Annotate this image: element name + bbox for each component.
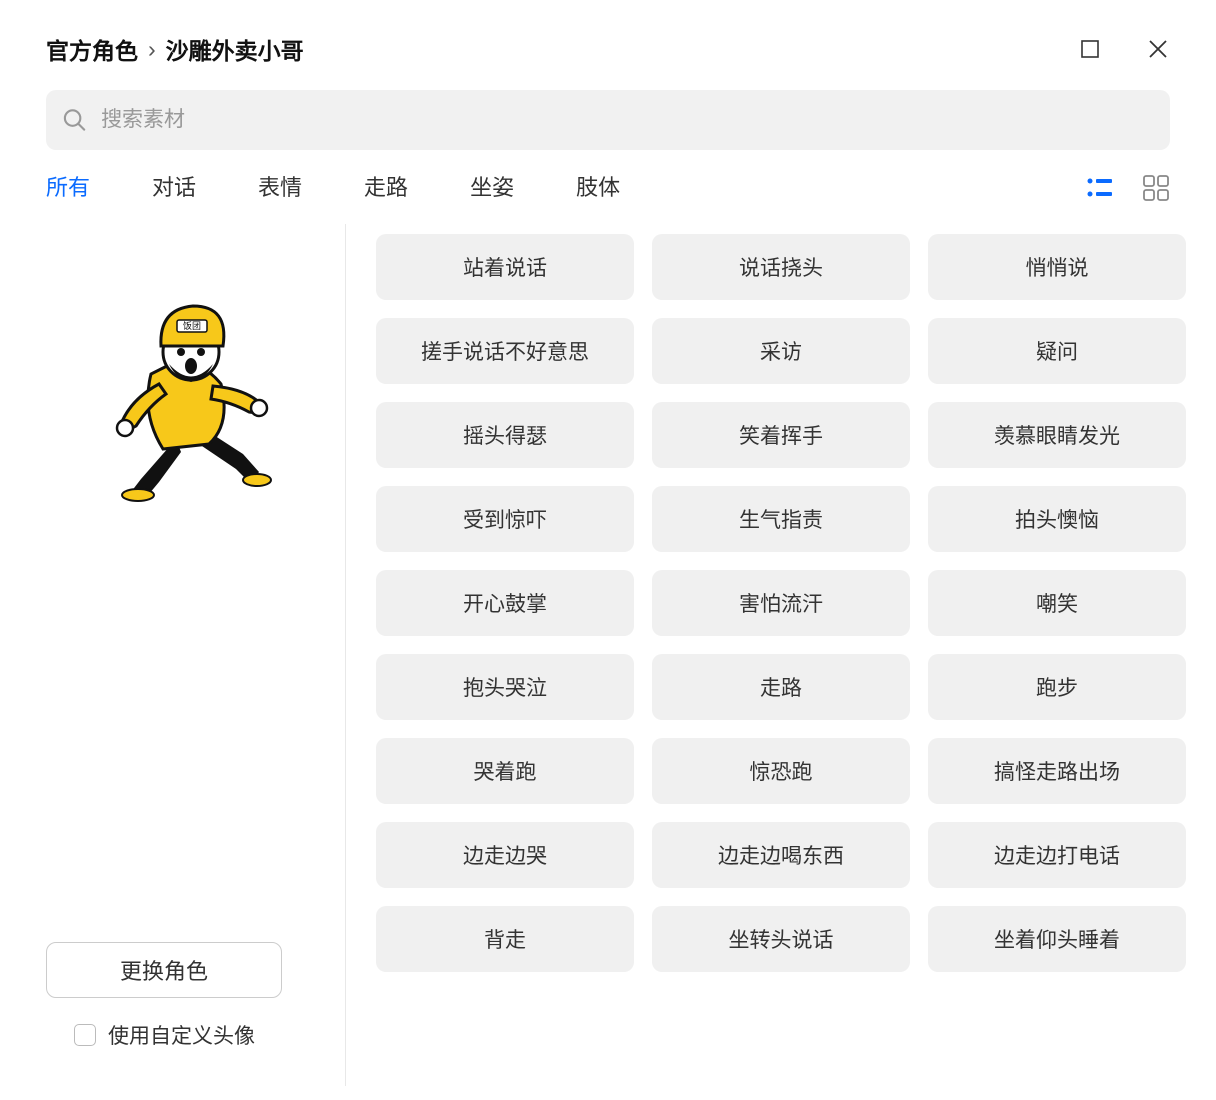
tab-0[interactable]: 所有 <box>46 170 90 206</box>
pose-grid-area[interactable]: 站着说话说话挠头悄悄说搓手说话不好意思采访疑问摇头得瑟笑着挥手羡慕眼睛发光受到惊… <box>346 224 1216 1086</box>
pose-item[interactable]: 搓手说话不好意思 <box>376 318 634 384</box>
breadcrumb-current: 沙雕外卖小哥 <box>166 32 304 66</box>
list-view-button[interactable] <box>1086 174 1114 202</box>
pose-item[interactable]: 抱头哭泣 <box>376 654 634 720</box>
pose-item[interactable]: 搞怪走路出场 <box>928 738 1186 804</box>
tab-3[interactable]: 走路 <box>364 170 408 206</box>
sidebar: 饭团 更换角色 使用自定义头像 <box>46 224 346 1086</box>
close-icon <box>1147 38 1169 60</box>
delivery-character-icon: 饭团 <box>81 294 291 524</box>
search-input[interactable] <box>101 108 1154 132</box>
view-toggles <box>1086 174 1170 202</box>
tabs: 所有 对话 表情 走路 坐姿 肢体 <box>46 170 620 206</box>
pose-item[interactable]: 边走边打电话 <box>928 822 1186 888</box>
pose-item[interactable]: 背走 <box>376 906 634 972</box>
pose-item[interactable]: 嘲笑 <box>928 570 1186 636</box>
list-icon <box>1086 176 1114 200</box>
custom-avatar-checkbox[interactable] <box>74 1024 96 1046</box>
search-icon <box>62 107 87 133</box>
pose-item[interactable]: 坐转头说话 <box>652 906 910 972</box>
pose-item[interactable]: 羡慕眼睛发光 <box>928 402 1186 468</box>
tab-5[interactable]: 肢体 <box>576 170 620 206</box>
grid-view-button[interactable] <box>1142 174 1170 202</box>
close-button[interactable] <box>1146 37 1170 61</box>
pose-item[interactable]: 摇头得瑟 <box>376 402 634 468</box>
breadcrumb-root[interactable]: 官方角色 <box>46 32 138 66</box>
pose-item[interactable]: 边走边哭 <box>376 822 634 888</box>
pose-item[interactable]: 拍头懊恼 <box>928 486 1186 552</box>
content-area: 饭团 更换角色 使用自定义头像 站着说话说话挠头悄悄说搓手说话不好意思采访疑问摇 <box>0 224 1216 1086</box>
pose-item[interactable]: 说话挠头 <box>652 234 910 300</box>
tab-2[interactable]: 表情 <box>258 170 302 206</box>
pose-grid: 站着说话说话挠头悄悄说搓手说话不好意思采访疑问摇头得瑟笑着挥手羡慕眼睛发光受到惊… <box>376 234 1186 972</box>
pose-item[interactable]: 采访 <box>652 318 910 384</box>
breadcrumb: 官方角色 › 沙雕外卖小哥 <box>46 32 304 66</box>
tab-1[interactable]: 对话 <box>152 170 196 206</box>
custom-avatar-label: 使用自定义头像 <box>108 1020 255 1050</box>
pose-item[interactable]: 生气指责 <box>652 486 910 552</box>
breadcrumb-separator: › <box>148 36 156 63</box>
helmet-label: 饭团 <box>182 320 200 331</box>
window-root: 官方角色 › 沙雕外卖小哥 所有对话表情走路坐姿肢体 <box>0 0 1216 1100</box>
pose-item[interactable]: 受到惊吓 <box>376 486 634 552</box>
pose-item[interactable]: 悄悄说 <box>928 234 1186 300</box>
maximize-button[interactable] <box>1078 37 1102 61</box>
grid-icon <box>1143 175 1169 201</box>
character-preview: 饭团 <box>46 294 325 524</box>
pose-item[interactable]: 走路 <box>652 654 910 720</box>
sidebar-actions: 更换角色 使用自定义头像 <box>46 942 325 1050</box>
switch-character-button[interactable]: 更换角色 <box>46 942 282 998</box>
tab-bar: 所有 对话 表情 走路 坐姿 肢体 <box>0 170 1216 224</box>
square-icon <box>1080 39 1100 59</box>
pose-item[interactable]: 站着说话 <box>376 234 634 300</box>
pose-item[interactable]: 笑着挥手 <box>652 402 910 468</box>
pose-item[interactable]: 害怕流汗 <box>652 570 910 636</box>
pose-item[interactable]: 惊恐跑 <box>652 738 910 804</box>
tab-4[interactable]: 坐姿 <box>470 170 514 206</box>
pose-item[interactable]: 疑问 <box>928 318 1186 384</box>
pose-item[interactable]: 开心鼓掌 <box>376 570 634 636</box>
window-controls <box>1078 37 1170 61</box>
search-bar[interactable] <box>46 90 1170 150</box>
titlebar: 官方角色 › 沙雕外卖小哥 <box>0 0 1216 90</box>
pose-item[interactable]: 边走边喝东西 <box>652 822 910 888</box>
custom-avatar-row: 使用自定义头像 <box>74 1020 325 1050</box>
pose-item[interactable]: 坐着仰头睡着 <box>928 906 1186 972</box>
pose-item[interactable]: 哭着跑 <box>376 738 634 804</box>
pose-item[interactable]: 跑步 <box>928 654 1186 720</box>
